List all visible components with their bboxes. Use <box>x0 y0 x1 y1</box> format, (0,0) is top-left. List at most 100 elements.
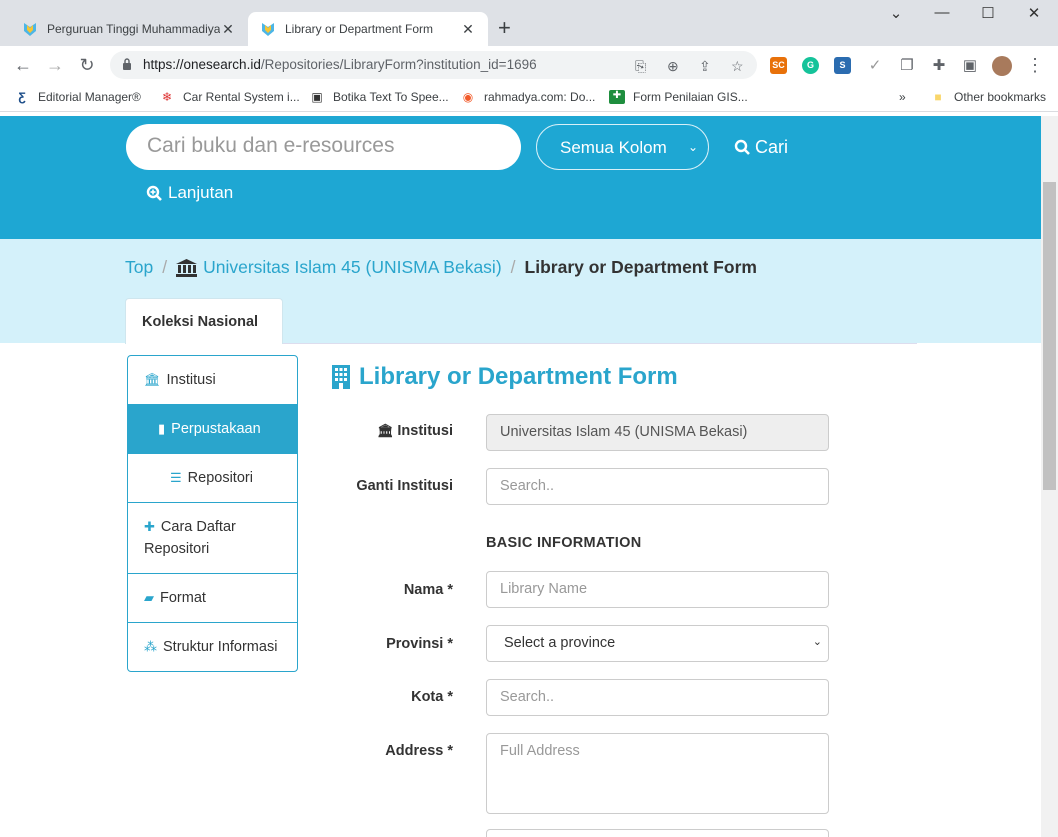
back-icon[interactable]: ← <box>12 54 34 76</box>
advanced-search-button[interactable]: Lanjutan <box>146 183 233 203</box>
breadcrumb-top[interactable]: Top <box>125 257 153 278</box>
close-window-icon[interactable]: ✕ <box>1011 4 1057 22</box>
folder-icon: ■ <box>934 90 942 104</box>
translate-icon[interactable]: ⎘ <box>635 58 646 75</box>
database-icon: ☰ <box>170 470 182 485</box>
sidebar-item-label: Format <box>160 590 206 606</box>
minimize-icon[interactable]: — <box>919 4 965 21</box>
bookmark-label: Car Rental System i... <box>183 90 300 104</box>
form-title-text: Library or Department Form <box>359 363 678 390</box>
institusi-label: 🏛 Institusi <box>377 423 453 439</box>
sidebar-item-perpustakaan[interactable]: ▮ Perpustakaan <box>128 405 297 454</box>
ganti-institusi-input[interactable]: Search.. <box>486 468 829 505</box>
scrollbar-thumb[interactable] <box>1043 182 1056 490</box>
other-bookmarks-label: Other bookmarks <box>954 90 1047 104</box>
bookmark-rahmadya[interactable]: ◉ rahmadya.com: Do... <box>460 90 596 104</box>
sidebar-item-label: Perpustakaan <box>171 421 261 437</box>
tab-divider <box>283 343 917 344</box>
bookmark-editorial-manager[interactable]: Ƹ Editorial Manager® <box>14 90 141 104</box>
gear-icon: ❄ <box>161 90 173 104</box>
bookmark-label: Botika Text To Spee... <box>333 90 449 104</box>
blogger-icon: ◉ <box>462 90 474 104</box>
column-select[interactable]: Semua Kolom ⌄ <box>536 124 709 170</box>
sc-extension-icon[interactable]: SC <box>770 57 787 74</box>
search-button[interactable]: Cari <box>734 137 788 158</box>
site-favicon-icon <box>262 23 274 36</box>
institution-icon: 🏛 <box>377 423 398 438</box>
browser-tab-inactive[interactable]: Perguruan Tinggi Muhammadiyah ✕ <box>10 12 248 46</box>
chevron-down-icon: ⌄ <box>687 140 698 154</box>
browser-toolbar: ← → ↻ https://onesearch.id/Repositories/… <box>0 46 1058 84</box>
extensions-puzzle-icon[interactable]: ✚ <box>928 55 950 77</box>
sitemap-icon: ⁂ <box>144 639 157 654</box>
other-bookmarks[interactable]: ■ Other bookmarks <box>930 90 1046 104</box>
ganti-institusi-label: Ganti Institusi <box>356 478 453 494</box>
breadcrumb-separator: / <box>510 257 516 277</box>
bookmark-label: rahmadya.com: Do... <box>484 90 596 104</box>
page-scrollbar[interactable] <box>1041 116 1058 837</box>
sidebar-item-format[interactable]: ▰ Format <box>128 574 297 623</box>
bookmarks-overflow-icon[interactable]: » <box>899 90 906 104</box>
chevron-down-icon: ⌄ <box>812 636 822 648</box>
tab-strip: Perguruan Tinggi Muhammadiyah ✕ Library … <box>0 0 1058 46</box>
forward-icon[interactable]: → <box>44 54 66 76</box>
breadcrumb-separator: / <box>162 257 168 277</box>
breadcrumb: Top / Universitas Islam 45 (UNISMA Bekas… <box>125 257 757 278</box>
search-button-label: Cari <box>755 137 789 157</box>
plus-icon: ✚ <box>144 519 155 534</box>
s-extension-icon[interactable]: S <box>834 57 851 74</box>
address-label: Address * <box>385 743 453 759</box>
bookmark-form-penilaian[interactable]: ✚ Form Penilaian GIS... <box>609 90 748 104</box>
reload-icon[interactable]: ↻ <box>76 54 98 76</box>
form-title: Library or Department Form <box>331 363 678 391</box>
check-extension-icon[interactable]: ✓ <box>864 55 886 77</box>
side-panel-icon[interactable]: ▣ <box>959 55 981 77</box>
column-select-value: Semua Kolom <box>560 138 667 157</box>
page-viewport: Cari buku dan e-resources Semua Kolom ⌄ … <box>0 116 1041 837</box>
kota-input[interactable]: Search.. <box>486 679 829 716</box>
share-icon[interactable]: ⇪ <box>699 58 711 75</box>
sidebar-item-label: Institusi <box>166 372 216 388</box>
sidebar-item-label: Repositori <box>187 470 253 486</box>
close-tab-icon[interactable]: ✕ <box>220 21 236 38</box>
address-bar[interactable]: https://onesearch.id/Repositories/Librar… <box>110 51 757 79</box>
zoom-icon[interactable]: ⊕ <box>667 58 679 75</box>
building-icon <box>332 365 350 389</box>
search-input[interactable]: Cari buku dan e-resources <box>126 124 521 170</box>
bookmark-car-rental[interactable]: ❄ Car Rental System i... <box>159 90 300 104</box>
tab-title: Perguruan Tinggi Muhammadiyah <box>47 22 220 36</box>
editorial-manager-icon: Ƹ <box>18 90 26 104</box>
nama-input[interactable]: Library Name <box>486 571 829 608</box>
grammarly-extension-icon[interactable]: G <box>802 57 819 74</box>
provinsi-select[interactable]: Select a province ⌄ <box>486 625 829 662</box>
next-input-partial[interactable] <box>486 829 829 837</box>
sidebar-nav: 🏛 Institusi ▮ Perpustakaan ☰ Repositori ✚ Ca… <box>127 355 298 672</box>
profile-avatar[interactable] <box>992 56 1012 76</box>
menu-kebab-icon[interactable]: ⋮ <box>1024 54 1046 76</box>
breadcrumb-institution[interactable]: Universitas Islam 45 (UNISMA Bekasi) <box>203 257 502 278</box>
provinsi-label: Provinsi * <box>386 636 453 652</box>
site-favicon-icon <box>24 23 36 36</box>
sidebar-item-repositori[interactable]: ☰ Repositori <box>128 454 297 503</box>
browser-tab-active[interactable]: Library or Department Form ✕ <box>248 12 488 46</box>
sidebar-item-struktur[interactable]: ⁂ Struktur Informasi <box>128 623 297 671</box>
building-icon: ▮ <box>158 421 166 436</box>
sidebar-item-institusi[interactable]: 🏛 Institusi <box>128 356 297 405</box>
bookmarks-bar: Ƹ Editorial Manager® ❄ Car Rental System… <box>0 84 1058 112</box>
new-tab-button[interactable]: + <box>498 17 511 39</box>
zoom-in-icon <box>146 185 162 201</box>
institusi-field[interactable]: Universitas Islam 45 (UNISMA Bekasi) <box>486 414 829 451</box>
sidebar-item-label: Cara Daftar Repositori <box>144 519 236 557</box>
copy-extension-icon[interactable]: ❐ <box>896 55 918 77</box>
address-textarea[interactable]: Full Address <box>486 733 829 814</box>
chevron-down-icon[interactable]: ⌄ <box>873 4 919 22</box>
book-icon: ▰ <box>144 590 154 605</box>
maximize-icon[interactable]: ☐ <box>965 4 1011 22</box>
sheets-icon: ✚ <box>609 90 625 104</box>
sidebar-item-cara-daftar[interactable]: ✚ Cara Daftar Repositori <box>128 503 297 574</box>
url-host: https://onesearch.id <box>143 57 261 72</box>
bookmark-botika[interactable]: ▣ Botika Text To Spee... <box>309 90 449 104</box>
close-tab-icon[interactable]: ✕ <box>460 21 476 38</box>
tab-koleksi-nasional[interactable]: Koleksi Nasional <box>125 298 283 344</box>
bookmark-star-icon[interactable]: ☆ <box>731 58 744 75</box>
